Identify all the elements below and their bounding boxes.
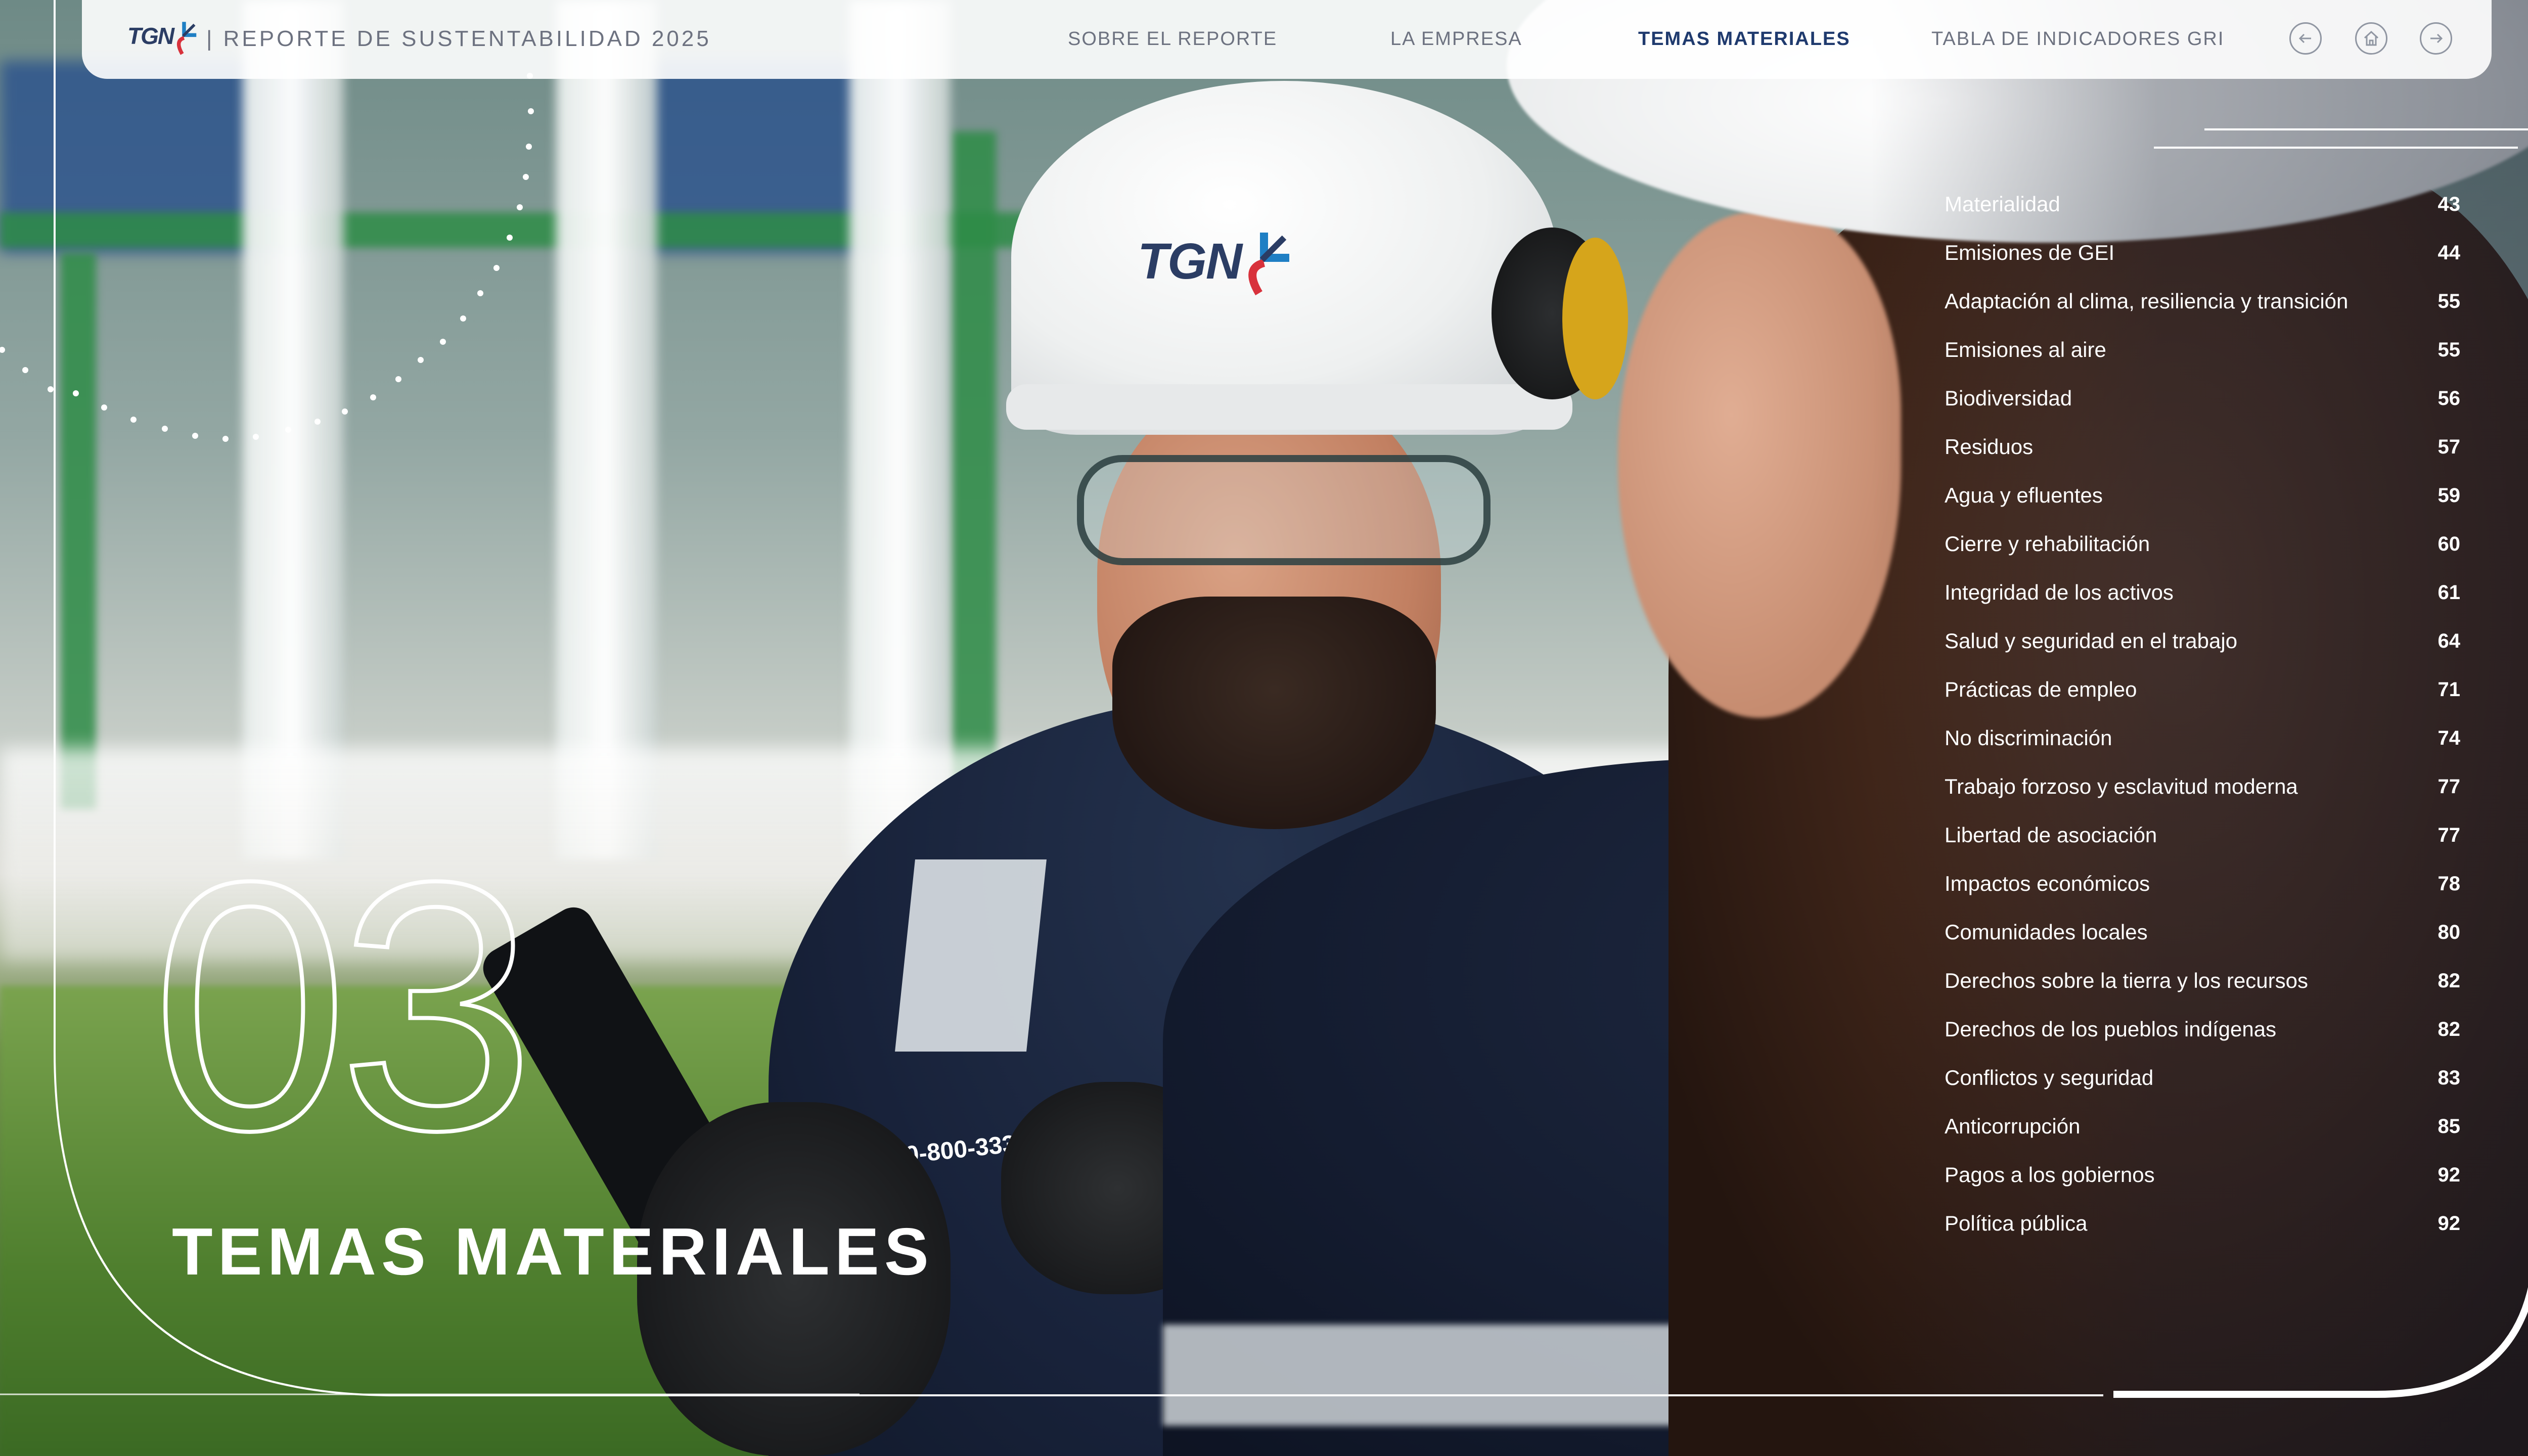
toc-page-number: 92 bbox=[2437, 1212, 2461, 1235]
toc-topic: Prácticas de empleo bbox=[1945, 677, 2137, 701]
toc-item[interactable]: Agua y efluentes 59 bbox=[1945, 479, 2460, 528]
toc-page-number: 85 bbox=[2437, 1115, 2461, 1138]
toc-topic: Trabajo forzoso y esclavitud moderna bbox=[1945, 775, 2298, 798]
toc-topic: Pagos a los gobiernos bbox=[1945, 1163, 2155, 1187]
toc-item[interactable]: Derechos sobre la tierra y los recursos 8… bbox=[1945, 965, 2460, 1013]
next-page-button[interactable] bbox=[2420, 22, 2452, 55]
toc-topic: Biodiversidad bbox=[1945, 386, 2072, 410]
toc-topic: Salud y seguridad en el trabajo bbox=[1945, 629, 2238, 653]
toc-item[interactable]: Salud y seguridad en el trabajo 64 bbox=[1945, 625, 2460, 673]
toc-page-number: 78 bbox=[2437, 873, 2461, 895]
toc-item[interactable]: Adaptación al clima, resiliencia y trans… bbox=[1945, 285, 2460, 334]
toc-item[interactable]: Materialidad 43 bbox=[1945, 188, 2460, 237]
toc-item[interactable]: Conflictos y seguridad 83 bbox=[1945, 1062, 2460, 1110]
toc-item[interactable]: Emisiones al aire 55 bbox=[1945, 334, 2460, 382]
toc-page-number: 57 bbox=[2437, 436, 2461, 458]
toc-item[interactable]: Emisiones de GEI 44 bbox=[1945, 237, 2460, 285]
previous-page-button[interactable] bbox=[2289, 22, 2322, 55]
toc-page-number: 55 bbox=[2437, 290, 2461, 312]
toc-item[interactable]: Impactos económicos 78 bbox=[1945, 868, 2460, 916]
toc-topic: Residuos bbox=[1945, 435, 2034, 459]
toc-page-number: 59 bbox=[2437, 484, 2461, 507]
report-title: | REPORTE DE SUSTENTABILIDAD 2025 bbox=[206, 26, 711, 51]
toc-page-number: 44 bbox=[2437, 242, 2461, 264]
toc-page-number: 82 bbox=[2437, 1018, 2461, 1040]
toc-item[interactable]: Integridad de los activos 61 bbox=[1945, 576, 2460, 625]
toc-topic: Emisiones al aire bbox=[1945, 338, 2106, 361]
toc-topic: Política pública bbox=[1945, 1211, 2088, 1235]
nav-temas-materiales[interactable]: TEMAS MATERIALES bbox=[1638, 28, 1850, 50]
toc-item[interactable]: Política pública 92 bbox=[1945, 1207, 2460, 1256]
toc-topic: Emisiones de GEI bbox=[1945, 241, 2115, 264]
arrow-left-icon bbox=[2298, 33, 2311, 43]
toc-page-number: 74 bbox=[2437, 727, 2461, 749]
toc-topic: Materialidad bbox=[1945, 192, 2060, 216]
toc-item[interactable]: Derechos de los pueblos indígenas 82 bbox=[1945, 1013, 2460, 1062]
toc-topic: Derechos de los pueblos indígenas bbox=[1945, 1017, 2277, 1041]
toc-page-number: 77 bbox=[2437, 776, 2461, 798]
toc-page-number: 77 bbox=[2437, 824, 2461, 846]
toc-item[interactable]: Libertad de asociación 77 bbox=[1945, 819, 2460, 868]
chapter-number: 03 bbox=[150, 808, 537, 1204]
toc-topic: Agua y efluentes bbox=[1945, 483, 2103, 507]
home-icon bbox=[2364, 30, 2379, 46]
nav-la-empresa[interactable]: LA EMPRESA bbox=[1390, 28, 1522, 50]
toc-page-number: 82 bbox=[2437, 970, 2461, 992]
toc-page-number: 83 bbox=[2437, 1067, 2461, 1089]
toc-page-number: 92 bbox=[2437, 1164, 2461, 1186]
toc-topic: Derechos sobre la tierra y los recursos bbox=[1945, 969, 2308, 992]
home-button[interactable] bbox=[2355, 22, 2387, 55]
toc-page-number: 60 bbox=[2437, 533, 2461, 555]
arrow-right-icon bbox=[2430, 33, 2443, 43]
toc-topic: Cierre y rehabilitación bbox=[1945, 532, 2150, 556]
toc-item[interactable]: No discriminación 74 bbox=[1945, 722, 2460, 770]
nav-sobre-el-reporte[interactable]: SOBRE EL REPORTE bbox=[1068, 28, 1277, 50]
toc-item[interactable]: Pagos a los gobiernos 92 bbox=[1945, 1159, 2460, 1207]
chapter-table-of-contents: Materialidad 43 Emisiones de GEI 44 Adapta… bbox=[1945, 188, 2460, 1256]
toc-page-number: 56 bbox=[2437, 387, 2461, 410]
tgn-logo[interactable]: TGN bbox=[127, 22, 174, 50]
toc-topic: Anticorrupción bbox=[1945, 1114, 2081, 1138]
toc-item[interactable]: Residuos 57 bbox=[1945, 431, 2460, 479]
toc-topic: Libertad de asociación bbox=[1945, 823, 2157, 847]
toc-topic: Conflictos y seguridad bbox=[1945, 1066, 2154, 1089]
toc-item[interactable]: Biodiversidad 56 bbox=[1945, 382, 2460, 431]
toc-item[interactable]: Trabajo forzoso y esclavitud moderna 77 bbox=[1945, 770, 2460, 819]
toc-topic: Adaptación al clima, resiliencia y trans… bbox=[1945, 289, 2349, 313]
toc-item[interactable]: Cierre y rehabilitación 60 bbox=[1945, 528, 2460, 576]
nav-tabla-indicadores-gri[interactable]: TABLA DE INDICADORES GRI bbox=[1931, 28, 2224, 50]
dotted-arc-decoration bbox=[0, 73, 534, 442]
toc-page-number: 80 bbox=[2437, 921, 2461, 943]
toc-page-number: 71 bbox=[2437, 678, 2461, 701]
toc-item[interactable]: Prácticas de empleo 71 bbox=[1945, 673, 2460, 722]
toc-page-number: 61 bbox=[2437, 581, 2461, 604]
toc-topic: Impactos económicos bbox=[1945, 872, 2150, 895]
toc-page-number: 64 bbox=[2437, 630, 2461, 652]
tgn-logo-mark-icon bbox=[177, 22, 197, 55]
toc-topic: Comunidades locales bbox=[1945, 920, 2148, 944]
toc-item[interactable]: Anticorrupción 85 bbox=[1945, 1110, 2460, 1159]
toc-page-number: 55 bbox=[2437, 339, 2461, 361]
toc-topic: Integridad de los activos bbox=[1945, 580, 2174, 604]
toc-page-number: 43 bbox=[2437, 193, 2461, 215]
toc-topic: No discriminación bbox=[1945, 726, 2112, 750]
toc-item[interactable]: Comunidades locales 80 bbox=[1945, 916, 2460, 965]
chapter-title: TEMAS MATERIALES bbox=[172, 1214, 934, 1289]
